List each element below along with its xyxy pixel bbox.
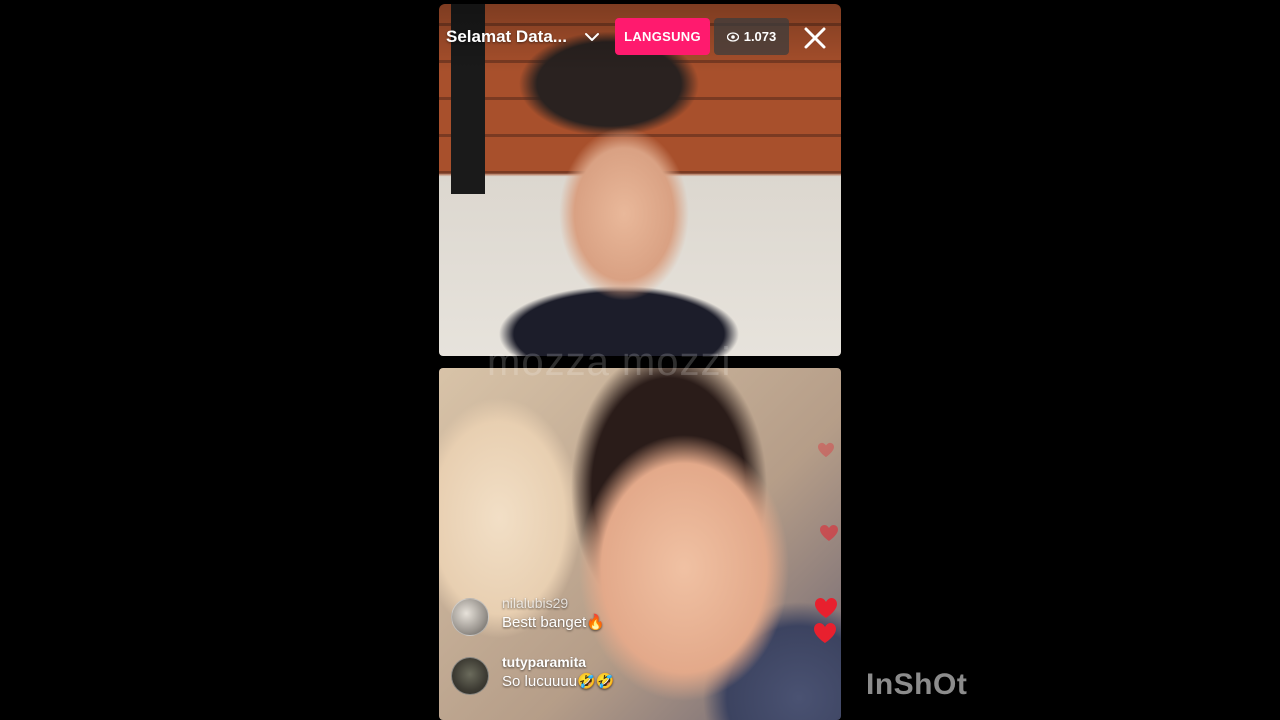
comment-username[interactable]: tutyparamita bbox=[502, 653, 614, 671]
comment-message: So lucuuuu🤣🤣 bbox=[502, 673, 615, 690]
live-stream-screen: mozza mozzi Selamat Data... LANGSUNG 1.0… bbox=[439, 4, 841, 720]
stream-watermark: mozza mozzi bbox=[487, 340, 732, 384]
comment-message: Bestt banget🔥 bbox=[502, 614, 605, 631]
avatar[interactable] bbox=[451, 657, 489, 695]
viewer-count-badge[interactable]: 1.073 bbox=[714, 18, 789, 55]
close-icon[interactable] bbox=[801, 24, 829, 52]
heart-icon bbox=[818, 442, 834, 458]
stream-header: Selamat Data... LANGSUNG 1.073 bbox=[439, 4, 841, 72]
comment-username[interactable]: nilalubis29 bbox=[502, 594, 605, 612]
viewer-count: 1.073 bbox=[743, 29, 777, 44]
app-watermark: InShOt bbox=[866, 668, 968, 701]
live-badge: LANGSUNG bbox=[615, 18, 710, 55]
host-name[interactable]: Selamat Data... bbox=[446, 27, 567, 47]
eye-icon bbox=[726, 31, 739, 42]
heart-icon bbox=[814, 598, 837, 643]
comment-item[interactable]: tutyparamita So lucuuuu🤣🤣 bbox=[451, 653, 614, 695]
live-label: LANGSUNG bbox=[624, 29, 701, 44]
comment-item[interactable]: nilalubis29 Bestt banget🔥 bbox=[451, 594, 605, 636]
avatar[interactable] bbox=[451, 598, 489, 636]
heart-icon bbox=[820, 525, 838, 541]
chevron-down-icon[interactable] bbox=[583, 28, 601, 46]
